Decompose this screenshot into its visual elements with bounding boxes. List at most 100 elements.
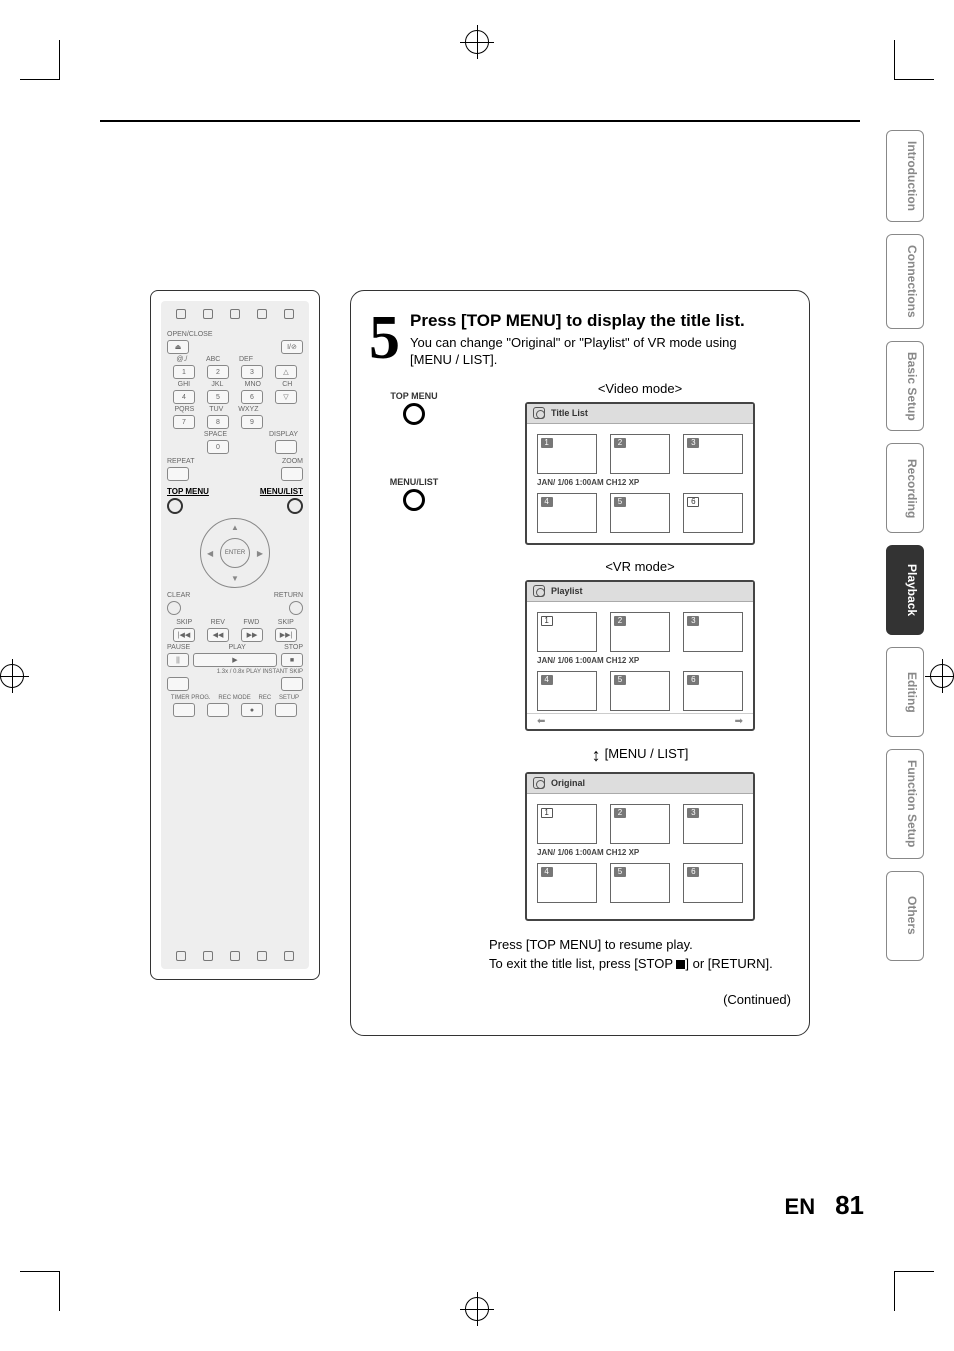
- enter-button: ENTER: [220, 538, 250, 568]
- top-menu-icon: [403, 403, 425, 425]
- osd-title: Title List: [551, 408, 588, 418]
- toggle-indicator: ↕[MENU / LIST]: [489, 745, 791, 766]
- step-title: Press [TOP MENU] to display the title li…: [410, 311, 745, 331]
- power-button: I/⊘: [281, 340, 303, 354]
- tab-editing: Editing: [886, 647, 924, 737]
- disc-icon: [533, 407, 545, 419]
- menu-list-indicator-label: MENU/LIST: [379, 477, 449, 487]
- thumb: 4: [537, 671, 597, 711]
- play: ▶: [193, 653, 277, 667]
- eject-button: ⏏: [167, 340, 189, 354]
- registration-mark: [465, 1297, 489, 1321]
- digit-5: 5: [207, 390, 229, 404]
- crop-mark: [894, 40, 934, 80]
- thumb-selected: 1: [537, 612, 597, 652]
- osd-caption: JAN/ 1/06 1:00AM CH12 XP: [527, 476, 753, 493]
- footer-page-number: 81: [835, 1190, 864, 1221]
- section-tabs: Introduction Connections Basic Setup Rec…: [886, 130, 924, 961]
- step-desc-1: You can change "Original" or "Playlist" …: [410, 335, 745, 352]
- digit-0: 0: [207, 440, 229, 454]
- digit-1: 1: [173, 365, 195, 379]
- thumb: 1: [537, 434, 597, 474]
- digit-6: 6: [241, 390, 263, 404]
- open-close-label: OPEN/CLOSE: [167, 331, 303, 338]
- thumb: 2: [610, 612, 670, 652]
- dpad: ▲ ▼ ◀ ▶ ENTER: [200, 518, 270, 588]
- digit-8: 8: [207, 415, 229, 429]
- fwd: ▶▶: [241, 628, 263, 642]
- osd-playlist: Playlist 1 2 3 JAN/ 1/06 1:00AM CH12 XP …: [525, 580, 755, 731]
- clear-button: [167, 601, 181, 615]
- updown-arrow-icon: ↕: [592, 745, 601, 766]
- step-number: 5: [369, 311, 400, 369]
- thumb: 4: [537, 493, 597, 533]
- ch-up: △: [275, 365, 297, 379]
- ch-down: ▽: [275, 390, 297, 404]
- page-footer: EN 81: [785, 1190, 864, 1221]
- thumb: 6: [683, 863, 743, 903]
- tab-recording: Recording: [886, 443, 924, 533]
- instant-left: [167, 677, 189, 691]
- vr-mode-label: <VR mode>: [489, 559, 791, 574]
- osd-title: Original: [551, 778, 585, 788]
- tab-introduction: Introduction: [886, 130, 924, 222]
- post-text-2: To exit the title list, press [STOP ] or…: [489, 954, 791, 974]
- repeat-button: [167, 467, 189, 481]
- arrow-left-icon: ⬅: [537, 716, 545, 727]
- instant-right: [281, 677, 303, 691]
- continued-label: (Continued): [369, 992, 791, 1007]
- crop-mark: [894, 1271, 934, 1311]
- step-panel: 5 Press [TOP MENU] to display the title …: [350, 290, 810, 1036]
- instant-skip-label: 1.3x / 0.8x PLAY INSTANT SKIP: [167, 669, 303, 675]
- thumb: 6: [683, 671, 743, 711]
- menu-list-icon: [403, 489, 425, 511]
- thumb: 3: [683, 434, 743, 474]
- footer-lang: EN: [785, 1194, 816, 1220]
- rec: ●: [241, 703, 263, 717]
- page-rule: [100, 120, 860, 122]
- thumb: 5: [610, 671, 670, 711]
- disc-icon: [533, 777, 545, 789]
- thumb: 3: [683, 804, 743, 844]
- osd-title-list: Title List 1 2 3 JAN/ 1/06 1:00AM CH12 X…: [525, 402, 755, 545]
- osd-caption: JAN/ 1/06 1:00AM CH12 XP: [527, 654, 753, 671]
- zoom-button: [281, 467, 303, 481]
- osd-original: Original 1 2 3 JAN/ 1/06 1:00AM CH12 XP …: [525, 772, 755, 921]
- rev: ◀◀: [207, 628, 229, 642]
- tab-playback: Playback: [886, 545, 924, 635]
- return-label: RETURN: [274, 592, 303, 599]
- skip-back: |◀◀: [173, 628, 195, 642]
- repeat-label: REPEAT: [167, 458, 195, 465]
- digit-9: 9: [241, 415, 263, 429]
- tab-connections: Connections: [886, 234, 924, 329]
- tab-basic-setup: Basic Setup: [886, 341, 924, 432]
- zoom-label: ZOOM: [282, 458, 303, 465]
- tab-function-setup: Function Setup: [886, 749, 924, 858]
- osd-title: Playlist: [551, 586, 583, 596]
- registration-mark: [0, 664, 24, 688]
- step-desc-2: [MENU / LIST].: [410, 352, 745, 369]
- tab-others: Others: [886, 871, 924, 961]
- registration-mark: [465, 30, 489, 54]
- thumb: 2: [610, 434, 670, 474]
- post-text-1: Press [TOP MENU] to resume play.: [489, 935, 791, 955]
- digit-3: 3: [241, 365, 263, 379]
- display-button: [275, 440, 297, 454]
- registration-mark: [930, 664, 954, 688]
- thumb: 3: [683, 612, 743, 652]
- pause: ||: [167, 653, 189, 667]
- thumb: 2: [610, 804, 670, 844]
- return-button: [289, 601, 303, 615]
- crop-mark: [20, 40, 60, 80]
- thumb: 5: [610, 493, 670, 533]
- top-menu-label: TOP MENU: [167, 487, 209, 496]
- thumb-selected: 1: [537, 804, 597, 844]
- timer-prog: [173, 703, 195, 717]
- arrow-right-icon: ➡: [735, 716, 743, 727]
- menu-list-button: [287, 498, 303, 514]
- crop-mark: [20, 1271, 60, 1311]
- clear-label: CLEAR: [167, 592, 190, 599]
- digit-4: 4: [173, 390, 195, 404]
- digit-7: 7: [173, 415, 195, 429]
- digit-2: 2: [207, 365, 229, 379]
